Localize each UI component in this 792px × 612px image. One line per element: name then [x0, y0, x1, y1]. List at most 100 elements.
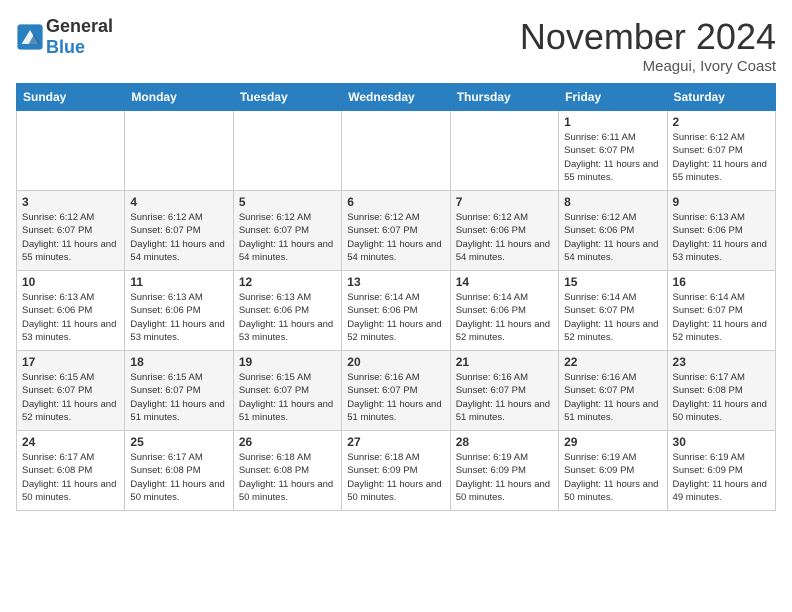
day-info: Sunrise: 6:13 AMSunset: 6:06 PMDaylight:… — [673, 211, 770, 264]
calendar-cell: 11Sunrise: 6:13 AMSunset: 6:06 PMDayligh… — [125, 271, 233, 351]
calendar-cell — [233, 111, 341, 191]
weekday-header-tuesday: Tuesday — [233, 84, 341, 111]
day-info: Sunrise: 6:19 AMSunset: 6:09 PMDaylight:… — [564, 451, 661, 504]
calendar-cell: 8Sunrise: 6:12 AMSunset: 6:06 PMDaylight… — [559, 191, 667, 271]
day-number: 11 — [130, 275, 227, 289]
calendar-week-row: 3Sunrise: 6:12 AMSunset: 6:07 PMDaylight… — [17, 191, 776, 271]
day-info: Sunrise: 6:15 AMSunset: 6:07 PMDaylight:… — [130, 371, 227, 424]
day-info: Sunrise: 6:12 AMSunset: 6:07 PMDaylight:… — [347, 211, 444, 264]
day-info: Sunrise: 6:15 AMSunset: 6:07 PMDaylight:… — [22, 371, 119, 424]
day-info: Sunrise: 6:12 AMSunset: 6:07 PMDaylight:… — [673, 131, 770, 184]
calendar-cell: 13 Sunrise: 6:14 AMSunset: 6:06 PMDayligh… — [342, 271, 450, 351]
calendar-cell: 19 Sunrise: 6:15 AMSunset: 6:07 PMDayligh… — [233, 351, 341, 431]
calendar-cell: 23 Sunrise: 6:17 AMSunset: 6:08 PMDayligh… — [667, 351, 775, 431]
day-number: 4 — [130, 195, 227, 209]
calendar-body: 1Sunrise: 6:11 AMSunset: 6:07 PMDaylight… — [17, 111, 776, 511]
weekday-header-friday: Friday — [559, 84, 667, 111]
day-number: 14 — [456, 275, 553, 289]
calendar-cell: 28Sunrise: 6:19 AMSunset: 6:09 PMDayligh… — [450, 431, 558, 511]
day-number: 7 — [456, 195, 553, 209]
calendar-cell: 21 Sunrise: 6:16 AMSunset: 6:07 PMDayligh… — [450, 351, 558, 431]
day-number: 25 — [130, 435, 227, 449]
calendar-cell — [342, 111, 450, 191]
calendar-cell: 10 Sunrise: 6:13 AMSunset: 6:06 PMDayligh… — [17, 271, 125, 351]
day-number: 20 — [347, 355, 444, 369]
location-title: Meagui, Ivory Coast — [520, 58, 776, 75]
calendar-week-row: 24 Sunrise: 6:17 AMSunset: 6:08 PMDayligh… — [17, 431, 776, 511]
calendar-cell: 6 Sunrise: 6:12 AMSunset: 6:07 PMDaylight… — [342, 191, 450, 271]
day-number: 18 — [130, 355, 227, 369]
calendar-cell — [17, 111, 125, 191]
calendar-cell: 2 Sunrise: 6:12 AMSunset: 6:07 PMDaylight… — [667, 111, 775, 191]
day-number: 30 — [673, 435, 770, 449]
day-number: 27 — [347, 435, 444, 449]
day-number: 23 — [673, 355, 770, 369]
calendar-week-row: 1Sunrise: 6:11 AMSunset: 6:07 PMDaylight… — [17, 111, 776, 191]
calendar-cell: 22Sunrise: 6:16 AMSunset: 6:07 PMDayligh… — [559, 351, 667, 431]
day-info: Sunrise: 6:12 AMSunset: 6:07 PMDaylight:… — [130, 211, 227, 264]
calendar-cell: 12Sunrise: 6:13 AMSunset: 6:06 PMDayligh… — [233, 271, 341, 351]
logo-blue-text: Blue — [46, 37, 85, 57]
calendar-week-row: 17 Sunrise: 6:15 AMSunset: 6:07 PMDayligh… — [17, 351, 776, 431]
calendar-cell: 26 Sunrise: 6:18 AMSunset: 6:08 PMDayligh… — [233, 431, 341, 511]
day-number: 2 — [673, 115, 770, 129]
calendar-cell: 5Sunrise: 6:12 AMSunset: 6:07 PMDaylight… — [233, 191, 341, 271]
calendar-cell: 24 Sunrise: 6:17 AMSunset: 6:08 PMDayligh… — [17, 431, 125, 511]
day-info: Sunrise: 6:15 AMSunset: 6:07 PMDaylight:… — [239, 371, 336, 424]
day-info: Sunrise: 6:18 AMSunset: 6:09 PMDaylight:… — [347, 451, 444, 504]
day-number: 9 — [673, 195, 770, 209]
calendar-cell: 25Sunrise: 6:17 AMSunset: 6:08 PMDayligh… — [125, 431, 233, 511]
weekday-header-thursday: Thursday — [450, 84, 558, 111]
day-info: Sunrise: 6:13 AMSunset: 6:06 PMDaylight:… — [22, 291, 119, 344]
day-number: 8 — [564, 195, 661, 209]
logo: General Blue — [16, 16, 113, 58]
day-number: 29 — [564, 435, 661, 449]
title-block: November 2024 Meagui, Ivory Coast — [520, 16, 776, 75]
calendar-cell: 1Sunrise: 6:11 AMSunset: 6:07 PMDaylight… — [559, 111, 667, 191]
day-number: 22 — [564, 355, 661, 369]
day-info: Sunrise: 6:14 AMSunset: 6:07 PMDaylight:… — [673, 291, 770, 344]
day-info: Sunrise: 6:14 AMSunset: 6:06 PMDaylight:… — [347, 291, 444, 344]
day-number: 12 — [239, 275, 336, 289]
day-number: 21 — [456, 355, 553, 369]
calendar-week-row: 10 Sunrise: 6:13 AMSunset: 6:06 PMDayligh… — [17, 271, 776, 351]
day-info: Sunrise: 6:19 AMSunset: 6:09 PMDaylight:… — [673, 451, 770, 504]
day-info: Sunrise: 6:11 AMSunset: 6:07 PMDaylight:… — [564, 131, 661, 184]
calendar-cell: 7Sunrise: 6:12 AMSunset: 6:06 PMDaylight… — [450, 191, 558, 271]
calendar-cell: 4 Sunrise: 6:12 AMSunset: 6:07 PMDaylight… — [125, 191, 233, 271]
calendar-cell — [125, 111, 233, 191]
day-info: Sunrise: 6:12 AMSunset: 6:07 PMDaylight:… — [22, 211, 119, 264]
calendar-table: SundayMondayTuesdayWednesdayThursdayFrid… — [16, 83, 776, 511]
day-info: Sunrise: 6:18 AMSunset: 6:08 PMDaylight:… — [239, 451, 336, 504]
day-info: Sunrise: 6:12 AMSunset: 6:07 PMDaylight:… — [239, 211, 336, 264]
day-number: 10 — [22, 275, 119, 289]
day-number: 6 — [347, 195, 444, 209]
day-info: Sunrise: 6:16 AMSunset: 6:07 PMDaylight:… — [347, 371, 444, 424]
calendar-cell: 30 Sunrise: 6:19 AMSunset: 6:09 PMDayligh… — [667, 431, 775, 511]
calendar-cell: 27 Sunrise: 6:18 AMSunset: 6:09 PMDayligh… — [342, 431, 450, 511]
weekday-header-row: SundayMondayTuesdayWednesdayThursdayFrid… — [17, 84, 776, 111]
day-info: Sunrise: 6:16 AMSunset: 6:07 PMDaylight:… — [456, 371, 553, 424]
month-title: November 2024 — [520, 16, 776, 58]
calendar-cell: 14Sunrise: 6:14 AMSunset: 6:06 PMDayligh… — [450, 271, 558, 351]
calendar-cell: 3Sunrise: 6:12 AMSunset: 6:07 PMDaylight… — [17, 191, 125, 271]
calendar-cell: 15Sunrise: 6:14 AMSunset: 6:07 PMDayligh… — [559, 271, 667, 351]
day-number: 13 — [347, 275, 444, 289]
day-number: 26 — [239, 435, 336, 449]
day-number: 15 — [564, 275, 661, 289]
day-info: Sunrise: 6:17 AMSunset: 6:08 PMDaylight:… — [673, 371, 770, 424]
weekday-header-saturday: Saturday — [667, 84, 775, 111]
day-number: 19 — [239, 355, 336, 369]
day-number: 28 — [456, 435, 553, 449]
calendar-cell — [450, 111, 558, 191]
day-number: 16 — [673, 275, 770, 289]
weekday-header-monday: Monday — [125, 84, 233, 111]
day-info: Sunrise: 6:17 AMSunset: 6:08 PMDaylight:… — [22, 451, 119, 504]
weekday-header-wednesday: Wednesday — [342, 84, 450, 111]
calendar-cell: 9 Sunrise: 6:13 AMSunset: 6:06 PMDaylight… — [667, 191, 775, 271]
calendar-cell: 20 Sunrise: 6:16 AMSunset: 6:07 PMDayligh… — [342, 351, 450, 431]
day-number: 17 — [22, 355, 119, 369]
day-number: 24 — [22, 435, 119, 449]
page-header: General Blue November 2024 Meagui, Ivory… — [16, 16, 776, 75]
calendar-cell: 29 Sunrise: 6:19 AMSunset: 6:09 PMDayligh… — [559, 431, 667, 511]
